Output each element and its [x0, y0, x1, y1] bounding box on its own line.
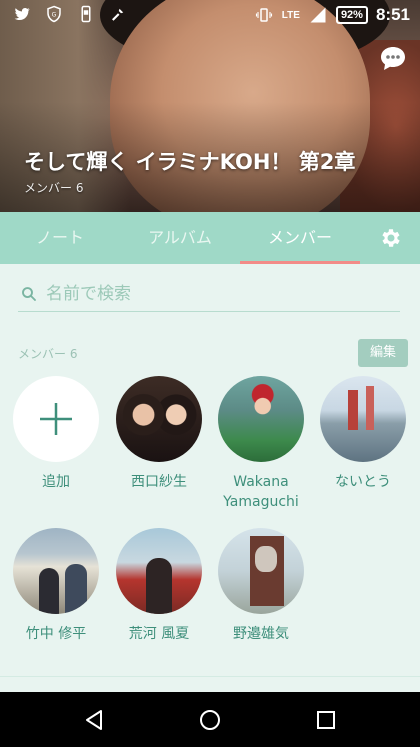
settings-button[interactable] [360, 212, 420, 264]
network-type: LTE [281, 9, 300, 21]
status-bar: G LTE 92% 8:51 [0, 0, 420, 30]
group-title: そして輝く イラミナKOH！ 第2章 [24, 150, 356, 174]
avatar [13, 528, 99, 614]
member-name: 荒河 風夏 [128, 626, 190, 642]
shield-icon: G [47, 5, 61, 23]
member-item[interactable]: Wakana Yamaguchi [211, 376, 311, 512]
member-name: Wakana Yamaguchi [223, 474, 299, 510]
twitter-icon [14, 7, 30, 20]
member-item[interactable]: 竹中 修平 [6, 528, 106, 644]
avatar [218, 528, 304, 614]
tab-bar: ノート アルバム メンバー [0, 212, 420, 264]
member-name: 竹中 修平 [25, 626, 87, 642]
home-icon[interactable] [198, 708, 222, 732]
edit-members-button[interactable]: 編集 [358, 339, 408, 367]
search-bar [18, 276, 400, 312]
avatar [320, 376, 406, 462]
tab-note[interactable]: ノート [0, 212, 120, 264]
member-name: 野邉雄気 [233, 626, 289, 642]
recents-icon[interactable] [314, 708, 338, 732]
group-cover-photo: G LTE 92% 8:51 そして輝く イラミナKOH！ 第2章 メンバー 6 [0, 0, 420, 212]
member-item[interactable]: 西口紗生 [109, 376, 209, 492]
tab-members[interactable]: メンバー [240, 212, 360, 264]
add-member-button[interactable]: 追加 [6, 376, 106, 492]
avatar [116, 376, 202, 462]
member-name: ないとう [335, 474, 391, 490]
chat-bubble-icon[interactable] [378, 44, 408, 74]
member-name: 西口紗生 [131, 474, 187, 490]
plus-icon [40, 403, 72, 435]
add-member-label: 追加 [42, 474, 70, 490]
member-search-input[interactable] [46, 283, 386, 304]
battery-indicator: 92% [335, 6, 368, 24]
avatar [218, 376, 304, 462]
navigation-bar [0, 692, 420, 747]
member-item[interactable]: 野邉雄気 [211, 528, 311, 644]
search-icon [22, 286, 36, 301]
svg-text:G: G [52, 11, 57, 18]
tool-icon [112, 8, 124, 21]
signal-icon [310, 7, 326, 23]
vibrate-icon [255, 8, 272, 22]
group-member-count: メンバー 6 [24, 181, 84, 195]
phone-icon [81, 5, 91, 23]
member-item[interactable]: 荒河 風夏 [109, 528, 209, 644]
gear-icon [382, 229, 400, 247]
divider [0, 676, 420, 677]
member-item[interactable]: ないとう [313, 376, 413, 492]
avatar [116, 528, 202, 614]
tab-album[interactable]: アルバム [120, 212, 240, 264]
add-avatar [13, 376, 99, 462]
clock: 8:51 [375, 5, 410, 24]
members-section-label: メンバー 6 [18, 347, 78, 361]
back-icon[interactable] [82, 708, 106, 732]
